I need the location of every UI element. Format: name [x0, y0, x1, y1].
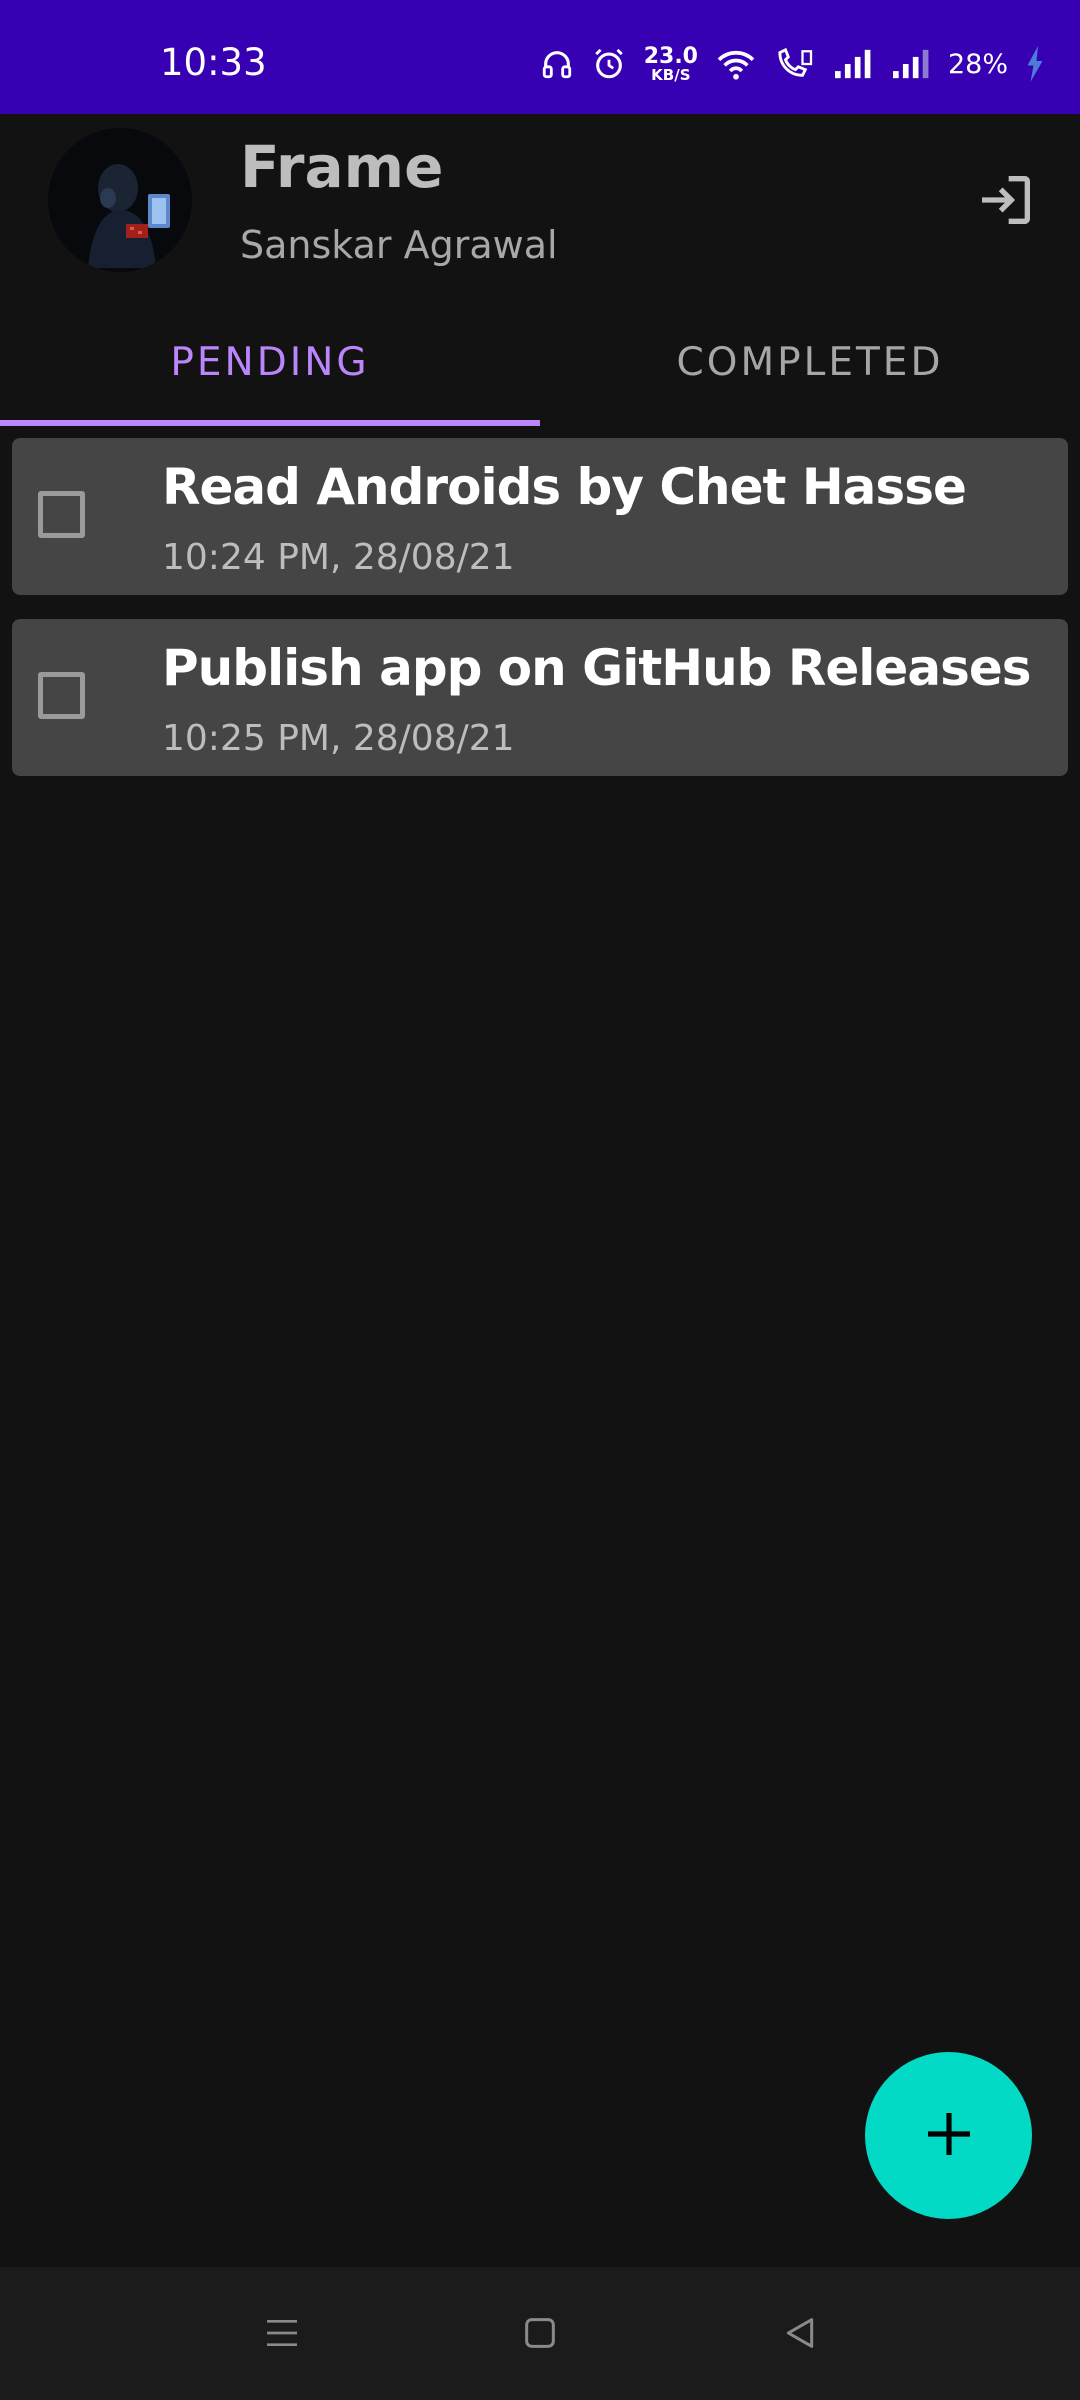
volte-call-icon [774, 47, 814, 81]
task-checkbox[interactable] [38, 672, 85, 719]
add-task-button[interactable] [865, 2052, 1032, 2219]
task-item[interactable]: Read Androids by Chet Hasse 10:24 PM, 28… [12, 438, 1068, 595]
back-icon [780, 2313, 820, 2357]
status-time: 10:33 [160, 41, 267, 84]
battery-percent: 28% [947, 48, 1008, 80]
avatar[interactable] [48, 128, 192, 272]
headphones-icon [540, 47, 574, 81]
alarm-icon [592, 47, 626, 81]
network-speed-value: 23.0 [643, 43, 698, 69]
logout-button[interactable] [968, 164, 1044, 240]
charging-icon [1026, 46, 1044, 82]
tab-indicator [0, 420, 540, 426]
home-icon [520, 2313, 560, 2357]
task-title: Read Androids by Chet Hasse [162, 458, 967, 516]
network-speed-unit: KB/S [651, 65, 691, 84]
back-button[interactable] [768, 2303, 832, 2367]
tab-completed[interactable]: COMPLETED [540, 300, 1080, 424]
task-timestamp: 10:25 PM, 28/08/21 [162, 718, 515, 759]
task-list: Read Androids by Chet Hasse 10:24 PM, 28… [12, 438, 1068, 800]
logout-icon [974, 168, 1038, 236]
signal-icon [890, 47, 930, 81]
app-header: Frame Sanskar Agrawal [0, 114, 1080, 294]
user-name: Sanskar Agrawal [240, 223, 558, 267]
tab-bar: PENDING COMPLETED [0, 300, 1080, 430]
tab-pending[interactable]: PENDING [0, 300, 540, 424]
status-bar: 10:33 23.0 KB/S 28% [0, 0, 1080, 114]
task-item[interactable]: Publish app on GitHub Releases 10:25 PM,… [12, 619, 1068, 776]
status-icons: 23.0 KB/S 28% [540, 44, 1044, 84]
recent-apps-button[interactable] [250, 2303, 314, 2367]
signal-icon [832, 47, 872, 81]
plus-icon [921, 2106, 977, 2166]
home-button[interactable] [508, 2303, 572, 2367]
task-checkbox[interactable] [38, 491, 85, 538]
wifi-icon [716, 47, 756, 81]
system-navigation-bar [0, 2267, 1080, 2400]
app-title: Frame [240, 133, 444, 201]
menu-icon [262, 2313, 302, 2357]
task-timestamp: 10:24 PM, 28/08/21 [162, 537, 515, 578]
task-title: Publish app on GitHub Releases [162, 639, 1032, 697]
network-speed: 23.0 KB/S [643, 43, 698, 84]
